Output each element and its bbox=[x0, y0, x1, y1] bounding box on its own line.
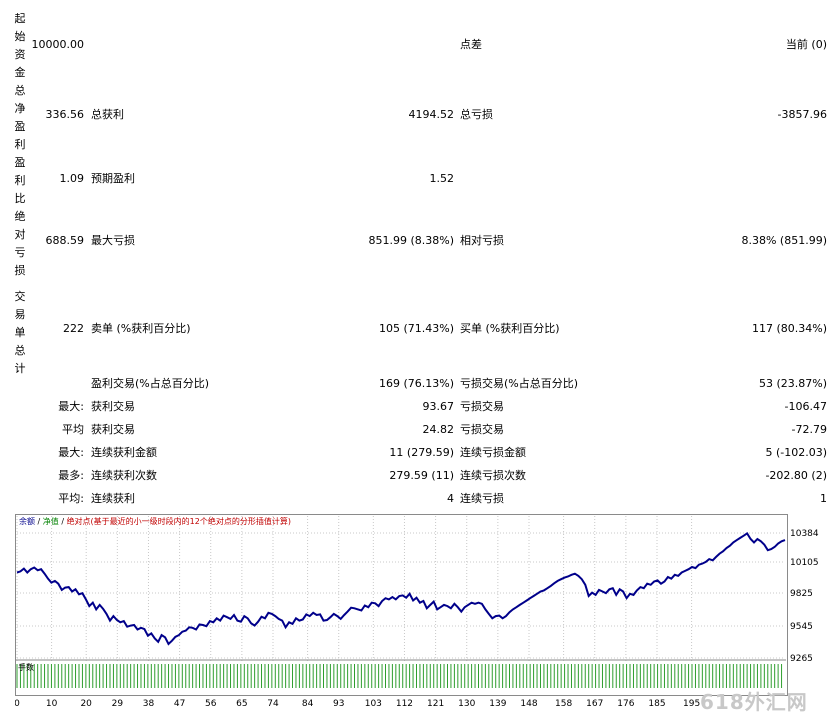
row-value: -72.79 bbox=[791, 423, 827, 436]
x-tick-label: 185 bbox=[648, 699, 665, 709]
row-value: 1.09 bbox=[59, 172, 85, 185]
x-tick-label: 74 bbox=[267, 699, 279, 709]
row-value: -202.80 (2) bbox=[765, 469, 827, 482]
row-prefix: 平均 bbox=[62, 423, 84, 436]
row-label: 最大亏损 bbox=[91, 234, 135, 247]
row-value: 24.82 bbox=[422, 423, 455, 436]
row-value: 4194.52 bbox=[408, 108, 455, 121]
row-value: 4 bbox=[447, 492, 454, 505]
x-tick-label: 65 bbox=[236, 699, 247, 709]
row-value: 10000.00 bbox=[31, 38, 85, 51]
watermark-logo: 618外汇网 bbox=[700, 690, 808, 714]
legend-note: 绝对点(基于最近的小一级时段内的12个绝对点的分形插值计算) bbox=[66, 517, 291, 526]
legend-separator: / bbox=[58, 517, 67, 526]
row-label: 卖单 (%获利百分比) bbox=[91, 322, 191, 335]
x-tick-label: 0 bbox=[15, 699, 20, 709]
row-prefix: 平均: bbox=[58, 492, 84, 505]
row-prefix: 最大: bbox=[58, 446, 84, 459]
x-tick-label: 93 bbox=[333, 699, 344, 709]
x-tick-label: 167 bbox=[586, 699, 603, 709]
y-tick-label: 9265 bbox=[790, 654, 813, 664]
row-value: 222 bbox=[63, 322, 84, 335]
x-tick-label: 29 bbox=[112, 699, 124, 709]
row-value: 279.59 (11) bbox=[389, 469, 454, 482]
x-tick-label: 84 bbox=[302, 699, 314, 709]
x-tick-label: 112 bbox=[396, 699, 413, 709]
x-tick-label: 130 bbox=[458, 699, 475, 709]
x-tick-label: 176 bbox=[617, 699, 634, 709]
row-value: 169 (76.13%) bbox=[378, 377, 454, 390]
legend-balance: 余额 bbox=[19, 517, 35, 526]
x-tick-label: 10 bbox=[46, 699, 58, 709]
y-tick-label: 9825 bbox=[790, 589, 813, 599]
row-value: -3857.96 bbox=[777, 108, 827, 121]
legend-separator: / bbox=[35, 517, 43, 526]
y-tick-label: 9545 bbox=[790, 622, 813, 632]
row-value: 1 bbox=[820, 492, 827, 505]
x-tick-label: 38 bbox=[143, 699, 155, 709]
row-label: 连续获利次数 bbox=[91, 469, 157, 482]
row-label: 获利交易 bbox=[91, 400, 135, 413]
x-tick-label: 56 bbox=[205, 699, 217, 709]
row-value: 当前 (0) bbox=[785, 38, 827, 51]
row-label: 连续获利 bbox=[91, 492, 135, 505]
row-value: 93.67 bbox=[422, 400, 455, 413]
row-value: 8.38% (851.99) bbox=[741, 234, 827, 247]
row-prefix: 最大: bbox=[58, 400, 84, 413]
x-tick-label: 20 bbox=[80, 699, 92, 709]
row-value: 117 (80.34%) bbox=[751, 322, 827, 335]
row-value: 336.56 bbox=[45, 108, 85, 121]
balance-line bbox=[16, 531, 786, 646]
x-tick-label: 148 bbox=[520, 699, 537, 709]
row-prefix: 最多: bbox=[58, 469, 84, 482]
x-tick-label: 139 bbox=[489, 699, 506, 709]
volume-label: 手数 bbox=[18, 663, 34, 672]
y-tick-label: 10384 bbox=[790, 529, 819, 539]
row-value: -106.47 bbox=[784, 400, 827, 413]
legend-equity: 净值 bbox=[42, 517, 59, 526]
row-value: 1.52 bbox=[429, 172, 455, 185]
row-value: 5 (-102.03) bbox=[765, 446, 827, 459]
y-tick-label: 10105 bbox=[790, 558, 819, 568]
row-label: 盈利交易(%占总百分比) bbox=[91, 377, 210, 390]
x-tick-label: 195 bbox=[683, 699, 700, 709]
row-label: 连续获利金额 bbox=[91, 446, 157, 459]
x-tick-label: 158 bbox=[555, 699, 572, 709]
row-label: 获利交易 bbox=[91, 423, 135, 436]
row-label: 预期盈利 bbox=[91, 172, 135, 185]
row-value: 53 (23.87%) bbox=[758, 377, 827, 390]
balance-chart: 10384 10105 9825 9545 9265 0 10 20 29 38 47 56 65 74 8… bbox=[15, 516, 819, 709]
row-value: 105 (71.43%) bbox=[378, 322, 454, 335]
row-value: 688.59 bbox=[45, 234, 85, 247]
row-label: 总获利 bbox=[91, 108, 124, 121]
row-value: 851.99 (8.38%) bbox=[368, 234, 454, 247]
x-tick-label: 103 bbox=[365, 699, 382, 709]
row-value: 11 (279.59) bbox=[389, 446, 454, 459]
x-tick-label: 121 bbox=[427, 699, 444, 709]
x-tick-label: 47 bbox=[174, 699, 185, 709]
chart-legend: 余额 / 净值 / 绝对点(基于最近的小一级时段内的12个绝对点的分形插值计算) bbox=[19, 517, 291, 527]
